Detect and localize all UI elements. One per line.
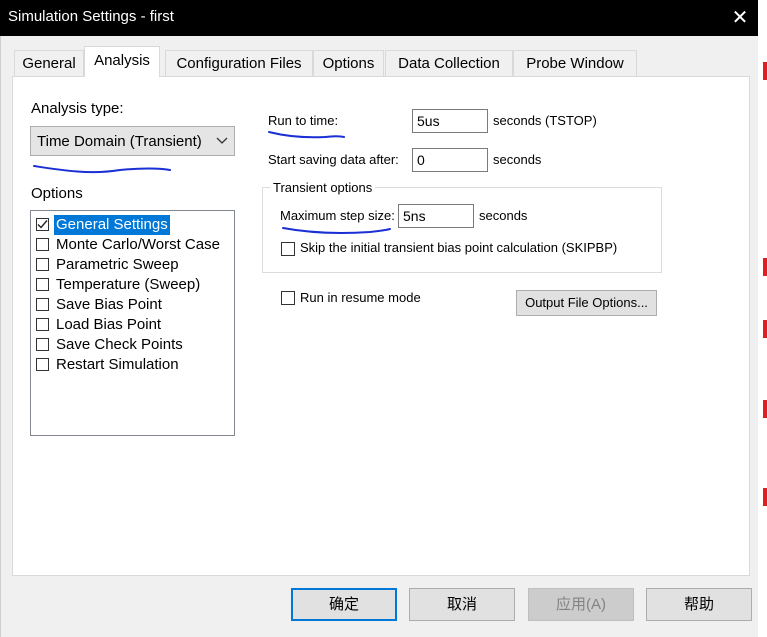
- list-item-label: Parametric Sweep: [56, 256, 179, 273]
- max-step-label: Maximum step size:: [280, 208, 395, 223]
- start-saving-unit: seconds: [493, 152, 542, 167]
- ok-button[interactable]: 确定: [291, 588, 397, 621]
- skip-bias-checkbox[interactable]: [281, 242, 295, 256]
- options-label: Options: [31, 185, 83, 202]
- list-item-label: Save Bias Point: [56, 296, 162, 313]
- checkbox[interactable]: [36, 358, 49, 371]
- list-item-label: Monte Carlo/Worst Case: [56, 236, 220, 253]
- run-to-time-unit: seconds (TSTOP): [493, 113, 597, 128]
- analysis-type-label: Analysis type:: [31, 100, 124, 117]
- list-item-label: General Settings: [54, 215, 170, 235]
- start-saving-label: Start saving data after:: [268, 152, 399, 167]
- analysis-type-value: Time Domain (Transient): [37, 133, 202, 150]
- resume-label: Run in resume mode: [300, 290, 421, 305]
- checkmark-icon: [37, 220, 48, 229]
- max-step-input[interactable]: 5ns: [398, 204, 474, 228]
- start-saving-input[interactable]: 0: [412, 148, 488, 172]
- list-item-label: Save Check Points: [56, 336, 183, 353]
- list-item[interactable]: Parametric Sweep: [34, 255, 233, 275]
- list-item[interactable]: General Settings: [34, 215, 233, 235]
- transient-options-group: [262, 187, 662, 273]
- checkbox[interactable]: [36, 318, 49, 331]
- resume-checkbox[interactable]: [281, 291, 295, 305]
- apply-button: 应用(A): [528, 588, 634, 621]
- help-button[interactable]: 帮助: [646, 588, 752, 621]
- checkbox[interactable]: [36, 338, 49, 351]
- list-item-label: Temperature (Sweep): [56, 276, 201, 293]
- checkbox[interactable]: [36, 298, 49, 311]
- transient-options-title: Transient options: [270, 180, 376, 195]
- output-file-options-button[interactable]: Output File Options...: [516, 290, 657, 316]
- checkbox[interactable]: [36, 258, 49, 271]
- chevron-down-icon: [216, 137, 228, 144]
- max-step-unit: seconds: [479, 208, 528, 223]
- checkbox[interactable]: [36, 238, 49, 251]
- run-to-time-label: Run to time:: [268, 113, 339, 128]
- skip-bias-label: Skip the initial transient bias point ca…: [300, 240, 618, 255]
- options-listbox[interactable]: General Settings Monte Carlo/Worst Case …: [30, 210, 235, 436]
- list-item[interactable]: Restart Simulation: [34, 355, 233, 375]
- analysis-type-select[interactable]: Time Domain (Transient): [30, 126, 235, 156]
- list-item[interactable]: Monte Carlo/Worst Case: [34, 235, 233, 255]
- list-item-label: Load Bias Point: [56, 316, 162, 333]
- list-item[interactable]: Save Bias Point: [34, 295, 233, 315]
- list-item-label: Restart Simulation: [56, 356, 179, 373]
- checkbox[interactable]: [36, 278, 49, 291]
- list-item[interactable]: Load Bias Point: [34, 315, 233, 335]
- list-item[interactable]: Save Check Points: [34, 335, 233, 355]
- checkbox[interactable]: [36, 218, 49, 231]
- cancel-button[interactable]: 取消: [409, 588, 515, 621]
- list-item[interactable]: Temperature (Sweep): [34, 275, 233, 295]
- run-to-time-input[interactable]: 5us: [412, 109, 488, 133]
